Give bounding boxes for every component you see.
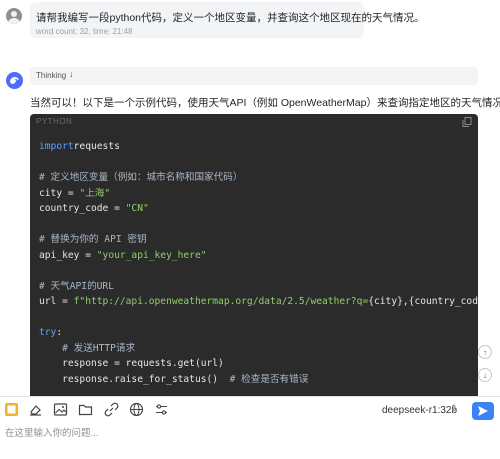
- code-line: # 替换为你的 API 密钥: [39, 234, 147, 245]
- chat-input[interactable]: [5, 425, 485, 441]
- folder-icon[interactable]: [78, 402, 93, 417]
- arrow-down-icon: ↓: [483, 370, 487, 380]
- user-message: 请帮我编写一段python代码，定义一个地区变量，并查询这个地区现在的天气情况。…: [30, 2, 425, 38]
- eraser-icon[interactable]: [28, 402, 43, 417]
- code-line: url = f"http://api.openweathermap.org/da…: [39, 296, 478, 307]
- code-language-label: PYTHON: [36, 117, 73, 126]
- code-line: response = requests.get(url): [39, 358, 224, 369]
- user-message-meta: word count: 32, time: 21:48: [36, 27, 133, 36]
- thinking-toggle[interactable]: Thinking ↓: [30, 67, 478, 85]
- image-upload-icon[interactable]: [4, 402, 19, 417]
- code-line: # 发送HTTP请求: [62, 342, 136, 354]
- copy-icon[interactable]: [462, 117, 472, 127]
- assistant-intro: 当然可以！以下是一个示例代码，使用天气API（例如 OpenWeatherMap…: [30, 97, 500, 109]
- thinking-label: Thinking: [36, 71, 67, 80]
- link-icon[interactable]: [104, 402, 119, 417]
- code-line: # 定义地区变量（例如：城市名称和国家代码）: [39, 172, 243, 183]
- input-toolbar: deepseek-r1:32b ⇕: [0, 396, 500, 423]
- scroll-down-button[interactable]: ↓: [478, 368, 492, 382]
- code-line: city = "上海": [39, 187, 111, 199]
- scroll-up-button[interactable]: ↑: [478, 345, 492, 359]
- chevron-updown-icon[interactable]: ⇕: [450, 403, 458, 414]
- chat-input-area: [0, 422, 500, 459]
- chevron-down-icon: ↓: [69, 69, 74, 79]
- code-line: importrequests: [39, 141, 120, 152]
- code-line: try:: [39, 327, 63, 338]
- model-selector[interactable]: deepseek-r1:32b: [382, 405, 457, 416]
- code-block: PYTHON importrequests # 定义地区变量（例如：城市名称和国…: [30, 114, 478, 404]
- code-line: api_key = "your_api_key_here": [39, 249, 207, 261]
- bot-avatar: [6, 72, 23, 89]
- arrow-up-icon: ↑: [483, 347, 487, 357]
- picture-icon[interactable]: [53, 402, 68, 417]
- send-button[interactable]: [472, 402, 494, 420]
- code-line: country_code = "CN": [39, 203, 149, 214]
- code-line: # 天气API的URL: [39, 280, 114, 292]
- user-avatar: [6, 8, 22, 24]
- code-content: importrequests # 定义地区变量（例如：城市名称和国家代码） cit…: [39, 139, 478, 404]
- globe-icon[interactable]: [129, 402, 144, 417]
- code-line: response.raise_for_status() # 检查是否有错误: [39, 373, 309, 385]
- user-message-text: 请帮我编写一段python代码，定义一个地区变量，并查询这个地区现在的天气情况。: [36, 12, 425, 24]
- send-icon: [478, 406, 488, 416]
- settings-sliders-icon[interactable]: [154, 402, 169, 417]
